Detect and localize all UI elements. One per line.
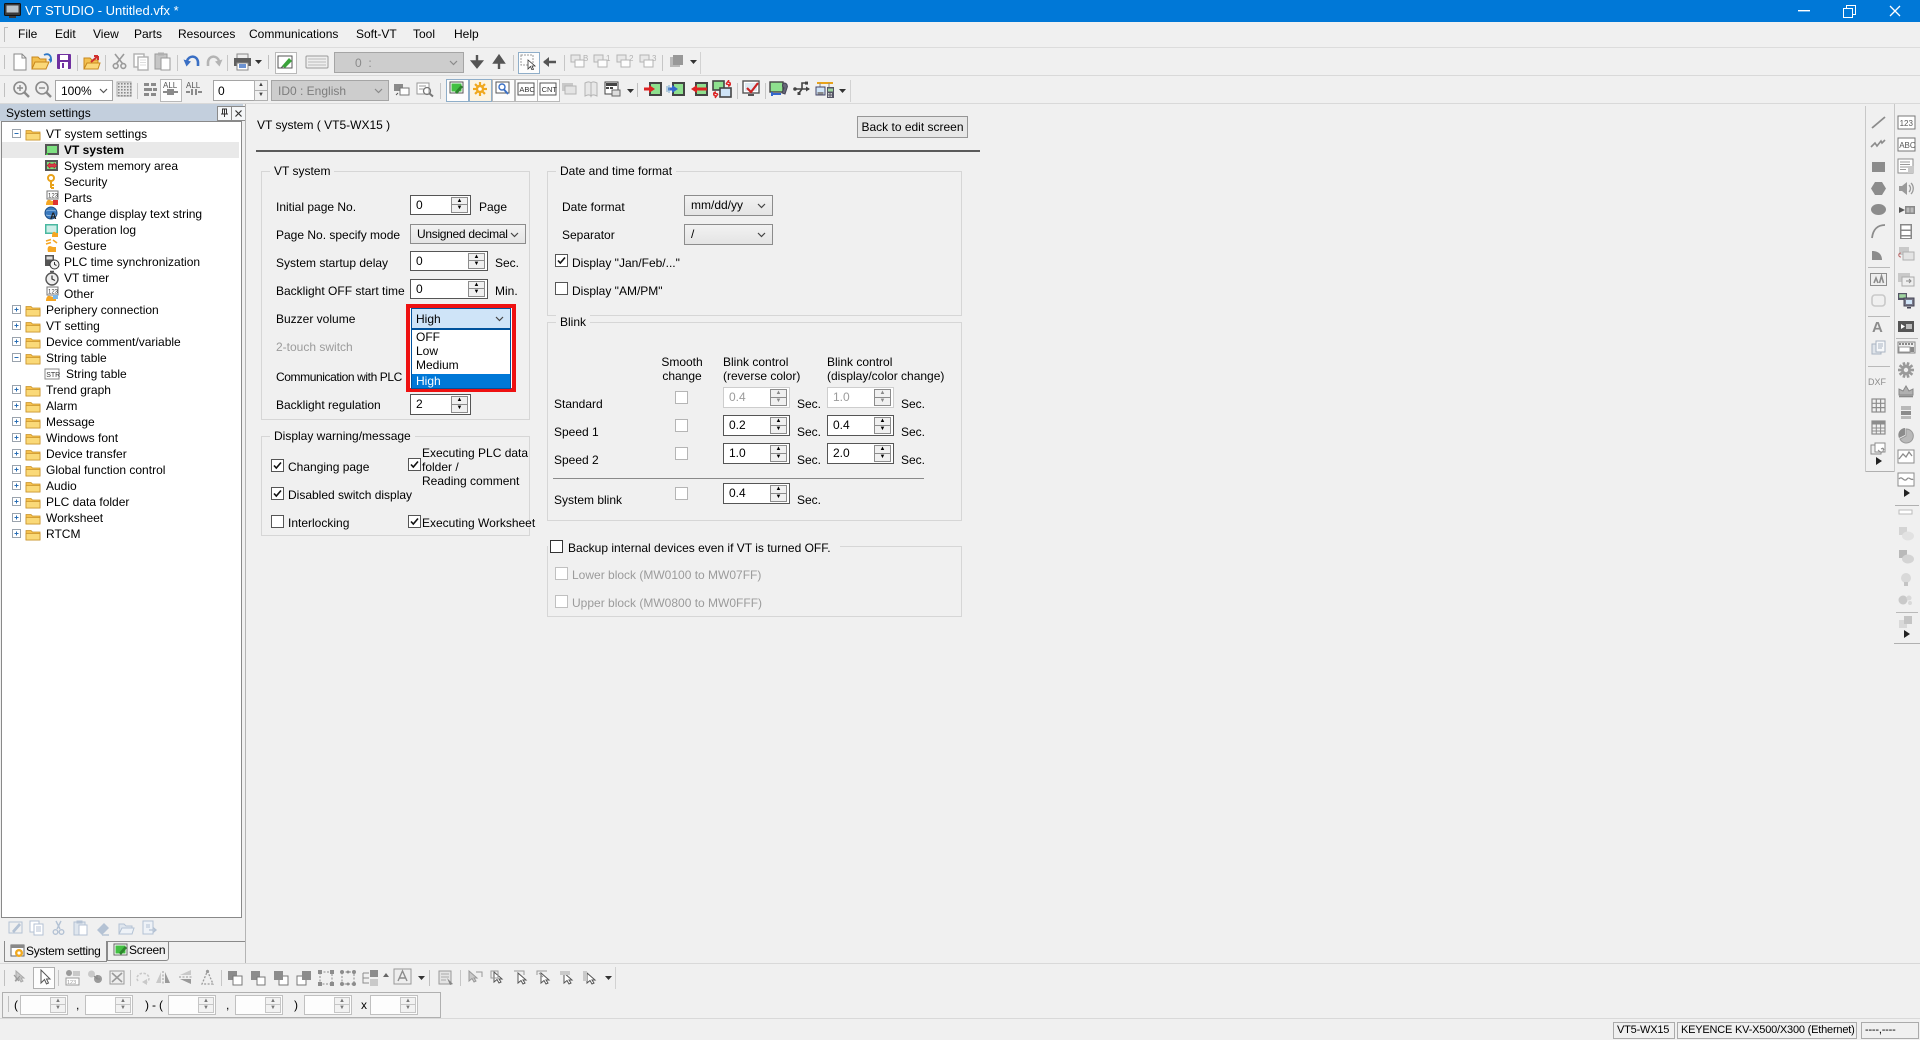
svg-text:B: B [583,54,588,63]
svg-text:A: A [1872,319,1883,335]
svg-text:123: 123 [48,290,59,296]
svg-text:3: 3 [652,54,657,63]
svg-text:ABC: ABC [519,85,535,94]
svg-text:2: 2 [629,54,634,63]
svg-text:123: 123 [1900,119,1914,128]
svg-text:123: 123 [48,194,59,200]
svg-text:ALL: ALL [163,81,178,90]
svg-text:STR: STR [46,372,60,379]
svg-text:ABC: ABC [1899,141,1916,150]
svg-text:DXF: DXF [1868,377,1887,387]
svg-text:123: 123 [67,980,76,986]
svg-text:CNT: CNT [542,85,557,94]
svg-text:A: A [50,211,57,221]
svg-text:1: 1 [606,54,611,63]
svg-text:ALL: ALL [186,81,201,90]
